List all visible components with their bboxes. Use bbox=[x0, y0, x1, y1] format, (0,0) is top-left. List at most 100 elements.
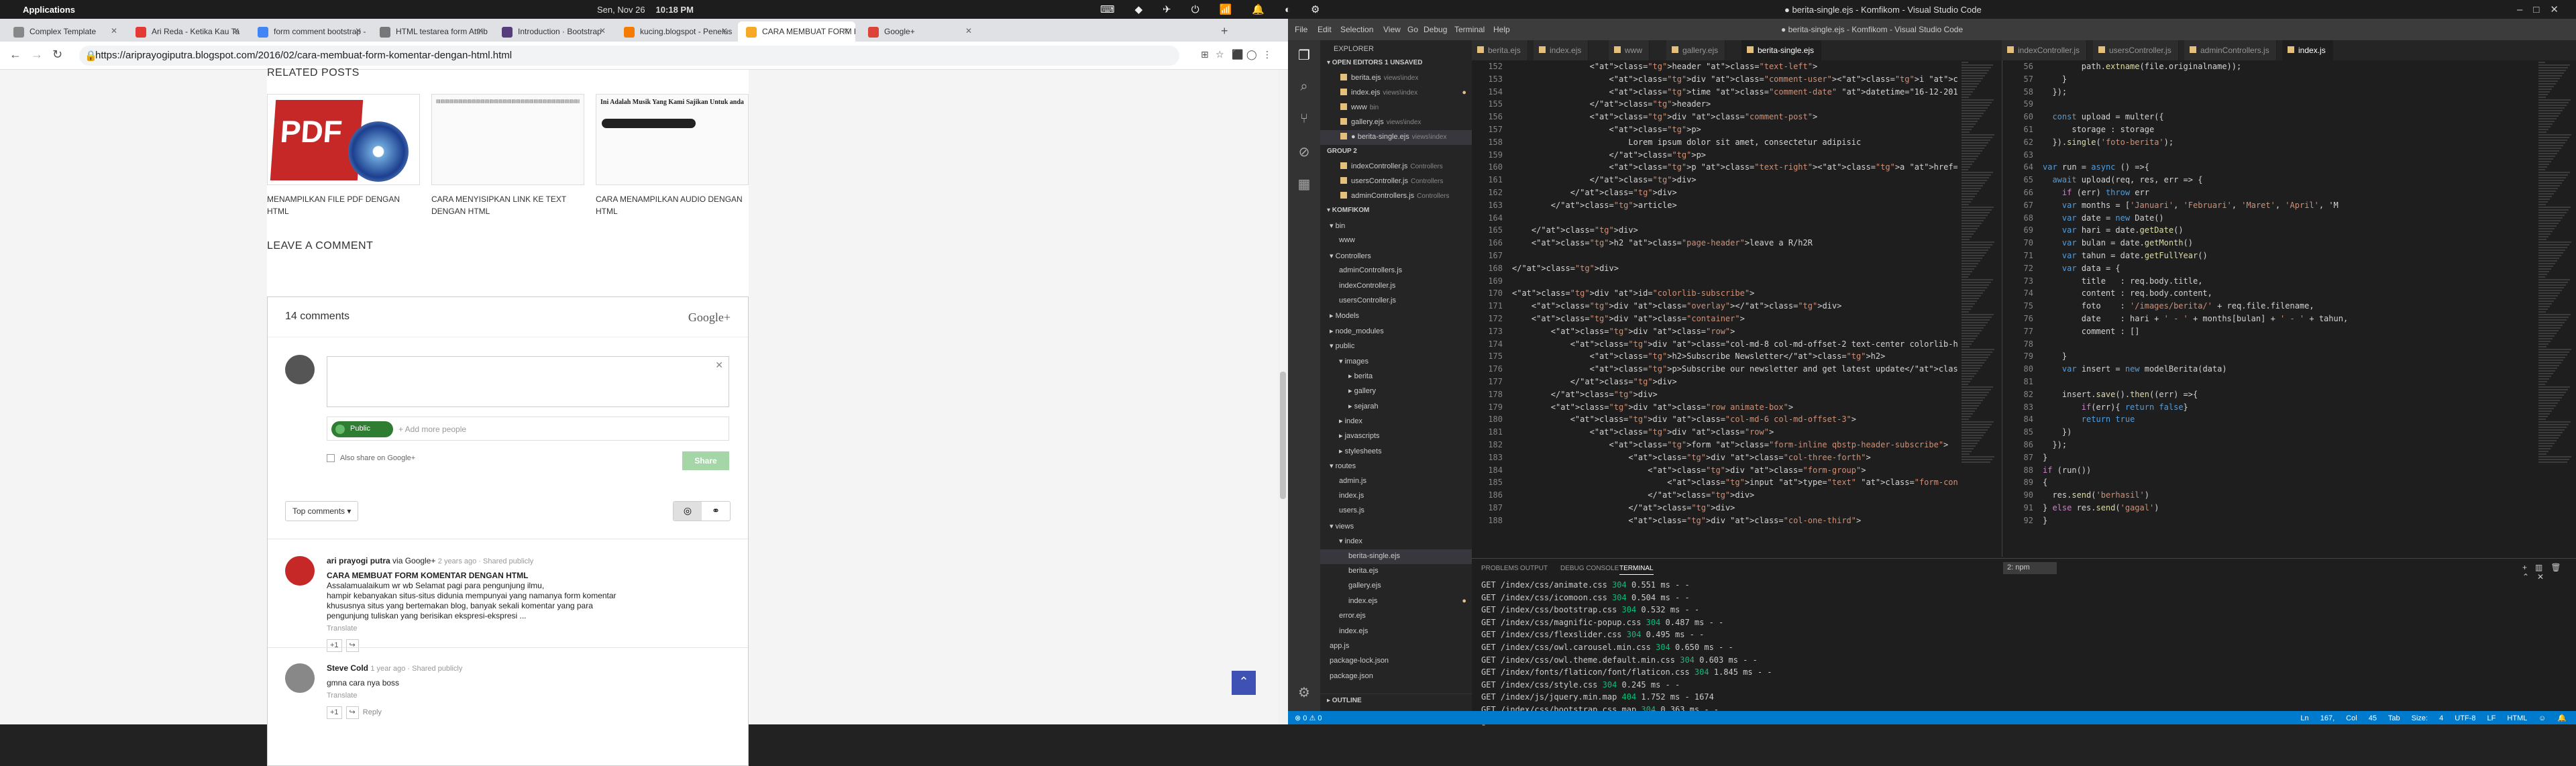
close-icon[interactable]: ✕ bbox=[599, 26, 606, 36]
project-section[interactable]: ▾ KOMFIKOM bbox=[1320, 204, 1472, 219]
terminal-selector[interactable]: 2: npm bbox=[2003, 562, 2057, 574]
profile-icon[interactable]: ◯ bbox=[1246, 49, 1257, 60]
menu-item-debug[interactable]: Debug bbox=[1424, 25, 1447, 34]
public-chip[interactable]: Public bbox=[331, 421, 393, 437]
panel-tab-problems[interactable]: PROBLEMS bbox=[1481, 565, 1519, 572]
source-control-icon[interactable]: ⑂ bbox=[1295, 111, 1313, 129]
tree-item[interactable]: ▾ public bbox=[1320, 339, 1472, 353]
editor-tab[interactable]: berita.ejs bbox=[1472, 40, 1528, 60]
tree-item[interactable]: ▾ Controllers bbox=[1320, 249, 1472, 264]
translate-icon[interactable]: ⊞ bbox=[1201, 49, 1209, 60]
translate-link[interactable]: Translate bbox=[327, 691, 729, 701]
reply-link[interactable]: Reply bbox=[363, 708, 382, 716]
close-icon[interactable]: ✕ bbox=[721, 26, 728, 36]
file-item[interactable]: berita.ejs views\index bbox=[1320, 71, 1472, 86]
comment-input[interactable]: ✕ bbox=[327, 356, 729, 407]
file-item[interactable]: ● berita-single.ejs views\index bbox=[1320, 130, 1472, 145]
close-icon[interactable]: ✕ bbox=[843, 26, 850, 36]
tree-item[interactable]: ▾ views bbox=[1320, 519, 1472, 534]
browser-tab[interactable]: kucing.blogspot - Penelus ✕ bbox=[616, 21, 733, 42]
back-icon[interactable]: ← bbox=[9, 48, 21, 62]
tree-item[interactable]: ▸ sejarah bbox=[1320, 399, 1472, 414]
search-icon[interactable]: ⌕ bbox=[1295, 79, 1313, 97]
editor-tab[interactable]: adminControllers.js bbox=[2184, 40, 2277, 60]
menu-item-terminal[interactable]: Terminal bbox=[1454, 25, 1485, 34]
editor-right[interactable]: 56 57 58 59 60 61 62 63 64 65 66 67 68 69 70 71 72 73 74 75… bbox=[2002, 60, 2536, 557]
editor-tab[interactable]: www bbox=[1609, 40, 1650, 60]
close-icon[interactable]: ✕ bbox=[111, 26, 117, 36]
related-post-card[interactable]: Ini Adalah Musik Yang Kami Sajikan Untuk… bbox=[596, 94, 749, 217]
globe-icon[interactable]: ◎ bbox=[674, 502, 702, 521]
related-post-card[interactable]: ▤▤▤▤▤▤▤▤▤▤▤▤▤▤▤▤▤▤▤▤▤▤▤▤▤▤▤▤▤▤▤▤▤▤▤▤▤▤▤▤… bbox=[431, 94, 584, 217]
related-thumbnail[interactable]: Ini Adalah Musik Yang Kami Sajikan Untuk… bbox=[596, 94, 749, 185]
menu-item-go[interactable]: Go bbox=[1407, 25, 1418, 34]
tree-item[interactable]: berita-single.ejs bbox=[1320, 549, 1472, 564]
comment-author[interactable]: ari prayogi putra bbox=[327, 556, 390, 565]
related-post-title[interactable]: CARA MENYISIPKAN LINK KE TEXT DENGAN HTM… bbox=[431, 193, 584, 217]
also-share-option[interactable]: Also share on Google+ bbox=[327, 454, 415, 463]
minimap[interactable] bbox=[2536, 60, 2576, 557]
gear-icon[interactable]: ⚙ bbox=[1295, 684, 1313, 702]
browser-tab[interactable]: Introduction · Bootstrap ✕ bbox=[494, 21, 611, 42]
close-icon[interactable]: ✕ bbox=[965, 26, 972, 36]
related-thumbnail[interactable]: ▤▤▤▤▤▤▤▤▤▤▤▤▤▤▤▤▤▤▤▤▤▤▤▤▤▤▤▤▤▤▤▤▤▤▤▤▤▤▤▤… bbox=[431, 94, 584, 185]
tree-item[interactable]: ▾ index bbox=[1320, 534, 1472, 549]
sort-dropdown[interactable]: Top comments ▾ bbox=[285, 501, 359, 521]
tree-item[interactable]: www bbox=[1320, 233, 1472, 248]
share-icon[interactable]: ↪ bbox=[345, 639, 359, 652]
extension-icon[interactable]: ⬛ bbox=[1232, 49, 1243, 60]
tree-item[interactable]: ▾ bin bbox=[1320, 219, 1472, 233]
code-text[interactable]: path.extname(file.originalname)); } }); … bbox=[2043, 60, 2348, 527]
minimap[interactable] bbox=[1959, 60, 1999, 557]
translate-link[interactable]: Translate bbox=[327, 624, 729, 634]
file-item[interactable]: usersController.js Controllers bbox=[1320, 174, 1472, 189]
avatar[interactable] bbox=[285, 556, 315, 586]
menu-item-edit[interactable]: Edit bbox=[1318, 25, 1332, 34]
tree-item[interactable]: index.js bbox=[1320, 489, 1472, 504]
browser-tab[interactable]: Complex Template ✕ bbox=[5, 21, 123, 42]
tree-item[interactable]: ▸ gallery bbox=[1320, 384, 1472, 398]
close-icon[interactable]: ✕ bbox=[355, 26, 362, 36]
plus-one-button[interactable]: +1 bbox=[327, 639, 342, 652]
tree-item[interactable]: gallery.ejs bbox=[1320, 579, 1472, 594]
tree-item[interactable]: ▸ stylesheets bbox=[1320, 444, 1472, 459]
editor-tab[interactable]: indexController.js bbox=[2002, 40, 2088, 60]
related-post-title[interactable]: MENAMPILKAN FILE PDF DENGAN HTML bbox=[267, 193, 420, 217]
panel-tab-terminal[interactable]: TERMINAL bbox=[1619, 565, 1654, 575]
tree-item[interactable]: admin.js bbox=[1320, 474, 1472, 489]
editor-tab[interactable]: berita-single.ejs bbox=[1741, 40, 1822, 60]
share-icon[interactable]: ↪ bbox=[345, 706, 359, 719]
editor-tab[interactable]: usersController.js bbox=[2093, 40, 2179, 60]
menu-item-help[interactable]: Help bbox=[1493, 25, 1510, 34]
back-to-top-button[interactable]: ⌃ bbox=[1232, 671, 1256, 695]
file-item[interactable]: adminControllers.js Controllers bbox=[1320, 189, 1472, 204]
tree-item[interactable]: adminControllers.js bbox=[1320, 264, 1472, 278]
tree-item[interactable]: ▾ routes bbox=[1320, 459, 1472, 474]
new-tab-icon[interactable]: + bbox=[1221, 24, 1228, 38]
reload-icon[interactable]: ↻ bbox=[52, 48, 62, 62]
tree-item[interactable]: users.js bbox=[1320, 504, 1472, 518]
editor-tab[interactable]: index.ejs bbox=[1534, 40, 1589, 60]
terminal-actions[interactable]: +▥🗑⌃✕ bbox=[2522, 563, 2576, 582]
checkbox[interactable] bbox=[327, 454, 335, 463]
editor-tab[interactable]: gallery.ejs bbox=[1666, 40, 1726, 60]
page-scrollbar[interactable] bbox=[1278, 70, 1288, 724]
editor-tab[interactable]: index.js bbox=[2282, 40, 2333, 60]
avatar[interactable] bbox=[285, 663, 315, 693]
file-item[interactable]: indexController.js Controllers bbox=[1320, 160, 1472, 174]
tree-item[interactable]: package-lock.json bbox=[1320, 654, 1472, 669]
bookmark-star-icon[interactable]: ☆ bbox=[1216, 49, 1224, 60]
related-post-title[interactable]: CARA MENAMPILKAN AUDIO DENGAN HTML bbox=[596, 193, 749, 217]
browser-tab[interactable]: HTML testarea form Attrib ✕ bbox=[372, 21, 489, 42]
close-icon[interactable]: ✕ bbox=[233, 26, 239, 36]
menu-item-view[interactable]: View bbox=[1383, 25, 1401, 34]
browser-tab[interactable]: form comment bootstrap - ✕ bbox=[250, 21, 367, 42]
audience-selector[interactable]: Public + Add more people bbox=[327, 417, 729, 441]
tree-item[interactable]: indexController.js bbox=[1320, 279, 1472, 294]
tree-item[interactable]: ▸ node_modules bbox=[1320, 324, 1472, 339]
link-icon[interactable]: ⚭ bbox=[702, 502, 730, 521]
tree-item[interactable]: ▸ javascripts bbox=[1320, 429, 1472, 443]
group2-section[interactable]: GROUP 2 bbox=[1320, 145, 1472, 160]
editor-left[interactable]: 152 153 154 155 156 157 158 159 160 161 162 163 164 1… bbox=[1472, 60, 1957, 557]
related-post-card[interactable]: PDF MENAMPILKAN FILE PDF DENGAN HTML bbox=[267, 94, 420, 217]
